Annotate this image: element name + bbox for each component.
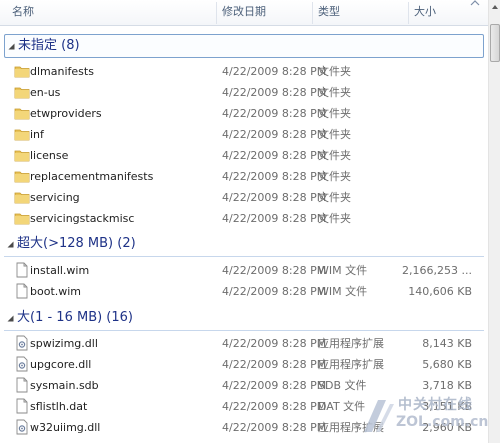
collapse-chevron-icon[interactable] (7, 42, 16, 51)
file-size: 8,143 KB (422, 337, 472, 350)
list-item[interactable]: boot.wim 4/22/2009 8:28 PM WIM 文件 140,60… (0, 281, 488, 302)
file-size: 5,680 KB (422, 358, 472, 371)
group-header-large[interactable]: 大(1 - 16 MB) (16) (4, 307, 484, 331)
file-date: 4/22/2009 8:28 PM (222, 421, 327, 434)
collapse-chevron-icon[interactable] (6, 314, 15, 323)
folder-icon (14, 66, 30, 78)
file-name: w32uiimg.dll (30, 421, 101, 434)
folder-icon (14, 87, 30, 99)
file-name: upgcore.dll (30, 358, 92, 371)
zol-watermark: 中关村在线 ZOL.com.cn (360, 392, 500, 443)
file-size: 140,606 KB (408, 285, 472, 298)
list-item[interactable]: license 4/22/2009 8:28 PM 文件夹 (0, 145, 488, 166)
file-name: servicing (30, 191, 80, 204)
list-item[interactable]: replacementmanifests 4/22/2009 8:28 PM 文… (0, 166, 488, 187)
file-date: 4/22/2009 8:28 PM (222, 264, 327, 277)
file-type: 应用程序扩展 (318, 337, 384, 350)
file-date: 4/22/2009 8:28 PM (222, 107, 327, 120)
file-date: 4/22/2009 8:28 PM (222, 170, 327, 183)
list-item[interactable]: servicingstackmisc 4/22/2009 8:28 PM 文件夹 (0, 208, 488, 229)
file-type: WIM 文件 (318, 285, 368, 298)
file-date: 4/22/2009 8:28 PM (222, 285, 327, 298)
group-header-huge[interactable]: 超大(>128 MB) (2) (4, 233, 484, 257)
dll-file-icon (16, 419, 28, 435)
column-type[interactable]: 类型 (312, 0, 340, 26)
column-date[interactable]: 修改日期 (216, 0, 266, 26)
list-item[interactable]: upgcore.dll 4/22/2009 8:28 PM 应用程序扩展 5,6… (0, 354, 488, 375)
list-item[interactable]: install.wim 4/22/2009 8:28 PM WIM 文件 2,1… (0, 260, 488, 281)
sort-up-icon (470, 0, 480, 6)
file-name: replacementmanifests (30, 170, 154, 183)
file-type: 应用程序扩展 (318, 358, 384, 371)
file-name: dlmanifests (30, 65, 94, 78)
group-title: 超大(>128 MB) (2) (17, 236, 136, 251)
list-item[interactable]: servicing 4/22/2009 8:28 PM 文件夹 (0, 187, 488, 208)
dll-file-icon (16, 356, 28, 372)
watermark-en: ZOL.com.cn (396, 414, 489, 430)
group-title: 未指定 (8) (18, 38, 80, 53)
file-date: 4/22/2009 8:28 PM (222, 149, 327, 162)
file-list: 未指定 (8) dlmanifests 4/22/2009 8:28 PM 文件… (0, 27, 488, 443)
scroll-up-icon[interactable] (489, 0, 500, 14)
file-type: WIM 文件 (318, 264, 368, 277)
scrollbar-thumb[interactable] (490, 24, 500, 62)
column-size[interactable]: 大小 (408, 0, 436, 26)
file-type: 文件夹 (318, 107, 351, 120)
file-icon (16, 262, 28, 278)
vertical-scrollbar[interactable] (488, 0, 500, 443)
list-item[interactable]: dlmanifests 4/22/2009 8:28 PM 文件夹 (0, 61, 488, 82)
file-date: 4/22/2009 8:28 PM (222, 337, 327, 350)
zol-logo-icon (364, 400, 394, 432)
file-name: sflistlh.dat (30, 400, 88, 413)
folder-icon (14, 192, 30, 204)
folder-icon (14, 108, 30, 120)
file-type: 文件夹 (318, 86, 351, 99)
column-name[interactable]: 名称 (6, 0, 34, 26)
file-name: sysmain.sdb (30, 379, 99, 392)
file-date: 4/22/2009 8:28 PM (222, 212, 327, 225)
file-type: 文件夹 (318, 170, 351, 183)
file-date: 4/22/2009 8:28 PM (222, 86, 327, 99)
file-date: 4/22/2009 8:28 PM (222, 379, 327, 392)
file-type: 文件夹 (318, 65, 351, 78)
group-title: 大(1 - 16 MB) (16) (17, 310, 133, 325)
file-type: 文件夹 (318, 149, 351, 162)
file-name: etwproviders (30, 107, 102, 120)
file-name: boot.wim (30, 285, 82, 298)
file-type: 文件夹 (318, 128, 351, 141)
group-header-unspecified[interactable]: 未指定 (8) (4, 34, 484, 58)
folder-icon (14, 171, 30, 183)
column-header: 名称 修改日期 类型 大小 (0, 0, 488, 26)
dll-file-icon (16, 335, 28, 351)
file-size: 2,166,253 ... (402, 264, 472, 277)
file-name: servicingstackmisc (30, 212, 135, 225)
folder-icon (14, 213, 30, 225)
file-date: 4/22/2009 8:28 PM (222, 358, 327, 371)
file-type: 文件夹 (318, 191, 351, 204)
file-name: license (30, 149, 69, 162)
file-date: 4/22/2009 8:28 PM (222, 400, 327, 413)
watermark-cn: 中关村在线 (398, 397, 473, 413)
collapse-chevron-icon[interactable] (6, 240, 15, 249)
file-name: install.wim (30, 264, 90, 277)
file-type: DAT 文件 (318, 400, 366, 413)
file-date: 4/22/2009 8:28 PM (222, 128, 327, 141)
list-item[interactable]: inf 4/22/2009 8:28 PM 文件夹 (0, 124, 488, 145)
folder-icon (14, 129, 30, 141)
file-name: spwizimg.dll (30, 337, 98, 350)
file-type: 文件夹 (318, 212, 351, 225)
file-date: 4/22/2009 8:28 PM (222, 191, 327, 204)
list-item[interactable]: etwproviders 4/22/2009 8:28 PM 文件夹 (0, 103, 488, 124)
file-icon (16, 377, 28, 393)
file-icon (16, 283, 28, 299)
file-date: 4/22/2009 8:28 PM (222, 65, 327, 78)
file-name: en-us (30, 86, 61, 99)
file-icon (16, 398, 28, 414)
list-item[interactable]: en-us 4/22/2009 8:28 PM 文件夹 (0, 82, 488, 103)
folder-icon (14, 150, 30, 162)
file-name: inf (30, 128, 44, 141)
list-item[interactable]: spwizimg.dll 4/22/2009 8:28 PM 应用程序扩展 8,… (0, 333, 488, 354)
